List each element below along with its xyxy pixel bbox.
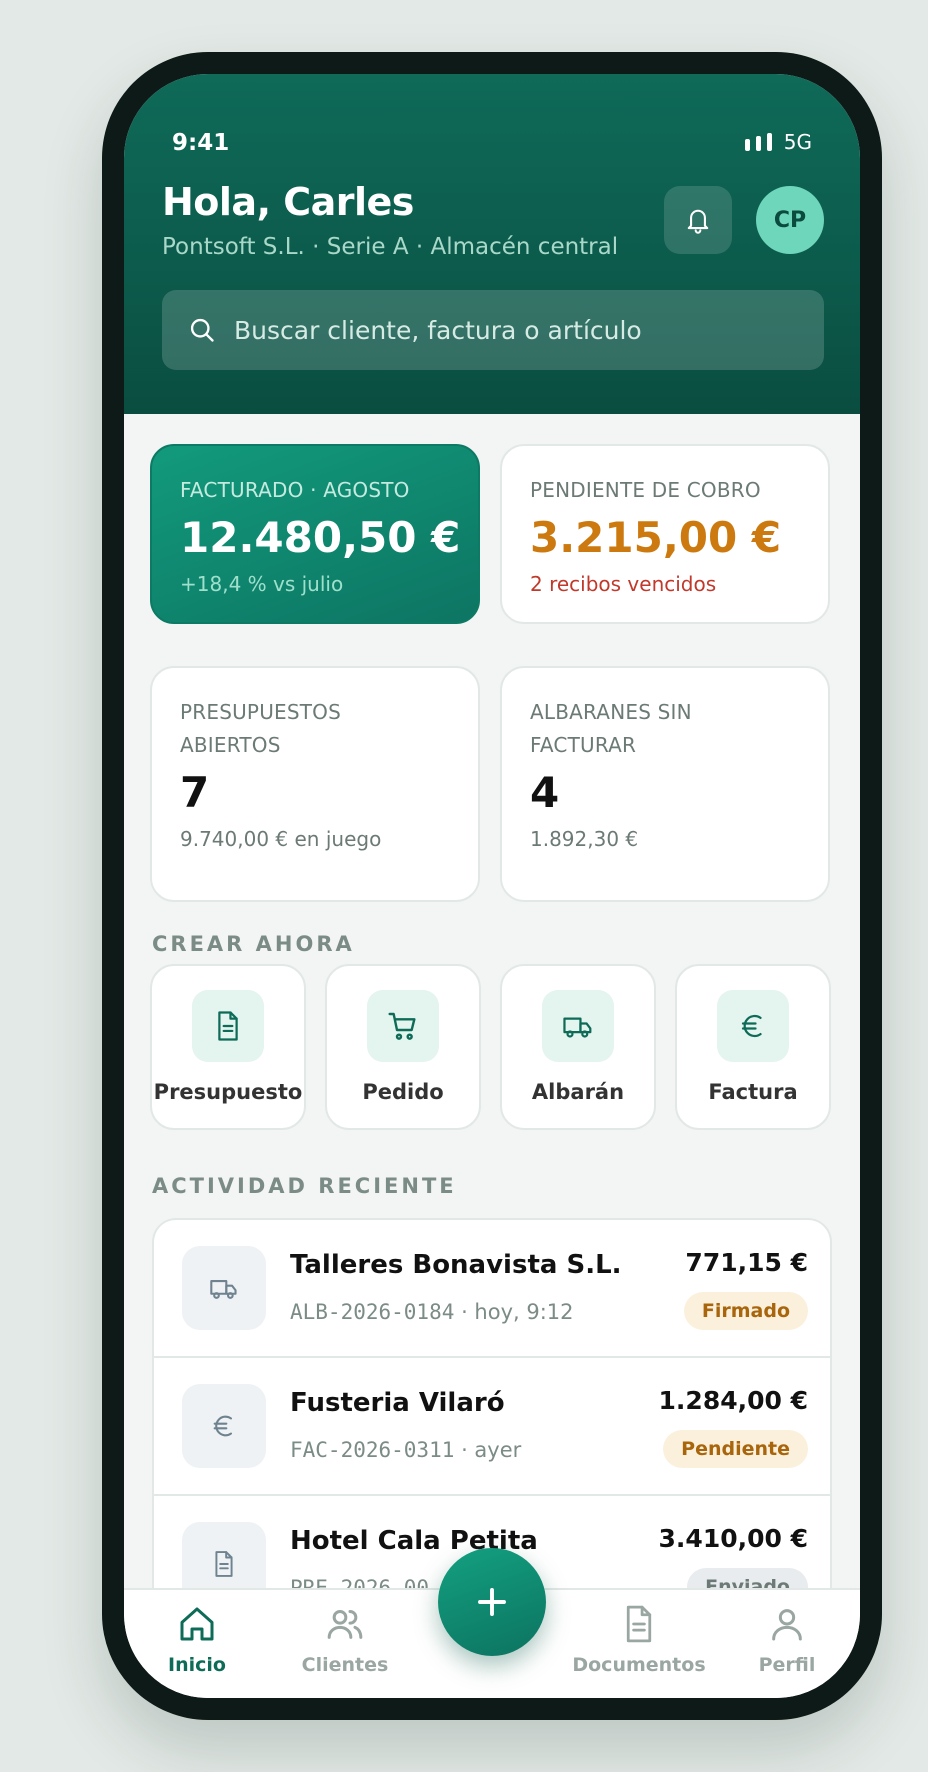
- truck-icon: [182, 1246, 266, 1330]
- search-icon: [190, 318, 214, 342]
- kpi-value: 12.480,50 €: [180, 513, 461, 562]
- notifications-button[interactable]: [664, 186, 732, 254]
- app-screen: 9:41 5G Hola, Carles Pontsoft S.L. · Ser…: [124, 74, 860, 1698]
- activity-client-name: Talleres Bonavista S.L.: [290, 1250, 622, 1280]
- signal-icon: [744, 133, 772, 151]
- quick-actions-title: CREAR AHORA: [152, 932, 355, 956]
- activity-meta: FAC-2026-0311 · ayer: [290, 1438, 521, 1462]
- kpi-note: 1.892,30 €: [530, 827, 639, 851]
- greeting-title: Hola, Carles: [162, 180, 414, 224]
- nav-item-inicio[interactable]: Inicio: [132, 1604, 262, 1676]
- home-icon: [180, 1607, 214, 1641]
- activity-amount: 1.284,00 €: [658, 1386, 808, 1415]
- activity-row[interactable]: Fusteria Vilaró FAC-2026-0311 · ayer 1.2…: [154, 1358, 830, 1496]
- quick-action-label: Presupuesto: [153, 1080, 303, 1104]
- create-quote-button[interactable]: Presupuesto: [150, 964, 306, 1130]
- kpi-note: 2 recibos vencidos: [530, 572, 717, 596]
- nav-label: Inicio: [168, 1654, 226, 1676]
- document-code: FAC-2026-0311: [290, 1438, 455, 1462]
- plus-icon: [478, 1588, 506, 1616]
- quick-action-label: Albarán: [531, 1080, 625, 1104]
- users-icon: [327, 1610, 363, 1639]
- kpi-card-quotes[interactable]: PRESUPUESTOS ABIERTOS 7 9.740,00 € en ju…: [150, 666, 480, 902]
- search-bar[interactable]: [162, 290, 824, 370]
- nav-label: Perfil: [758, 1654, 816, 1676]
- app-header: 9:41 5G Hola, Carles Pontsoft S.L. · Ser…: [124, 74, 860, 414]
- kpi-value: 3.215,00 €: [530, 513, 782, 562]
- status-badge: Pendiente: [663, 1430, 808, 1468]
- recent-activity-title: ACTIVIDAD RECIENTE: [152, 1174, 457, 1198]
- activity-row[interactable]: Talleres Bonavista S.L. ALB-2026-0184 · …: [154, 1220, 830, 1358]
- kpi-note: +18,4 % vs julio: [180, 572, 344, 596]
- status-badge: Firmado: [683, 1292, 808, 1330]
- create-delivery-note-button[interactable]: Albarán: [500, 964, 656, 1130]
- add-document-button[interactable]: [438, 1548, 546, 1656]
- euro-icon: [182, 1384, 266, 1468]
- kpi-card-invoiced[interactable]: FACTURADO · AGOSTO 12.480,50 € +18,4 % v…: [150, 444, 480, 624]
- kpi-value: 4: [530, 768, 560, 817]
- kpi-card-delivery-notes[interactable]: ALBARANES SIN FACTURAR 4 1.892,30 €: [500, 666, 830, 902]
- phone-frame: 9:41 5G Hola, Carles Pontsoft S.L. · Ser…: [102, 52, 882, 1720]
- activity-amount: 3.410,00 €: [658, 1524, 808, 1553]
- bell-icon: [687, 209, 709, 234]
- status-indicators: 5G: [744, 130, 812, 154]
- quick-action-label: Factura: [708, 1080, 798, 1104]
- document-icon: [626, 1605, 652, 1643]
- kpi-note: 9.740,00 € en juego: [180, 827, 382, 851]
- quick-action-label: Pedido: [362, 1080, 444, 1104]
- network-label: 5G: [783, 130, 812, 154]
- document-code: ALB-2026-0184: [290, 1300, 455, 1324]
- kpi-label: FACTURADO · AGOSTO: [180, 478, 410, 502]
- create-order-button[interactable]: Pedido: [325, 964, 481, 1130]
- status-time: 9:41: [172, 130, 230, 156]
- euro-icon: [717, 990, 789, 1062]
- kpi-label: PENDIENTE DE COBRO: [530, 478, 761, 502]
- kpi-label: PRESUPUESTOS ABIERTOS: [180, 700, 342, 757]
- document-icon: [192, 990, 264, 1062]
- kpi-label: ALBARANES SIN FACTURAR: [530, 700, 692, 757]
- activity-time: · hoy, 9:12: [461, 1300, 574, 1324]
- activity-meta: ALB-2026-0184 · hoy, 9:12: [290, 1300, 574, 1324]
- activity-amount: 771,15 €: [685, 1248, 808, 1277]
- nav-item-clientes[interactable]: Clientes: [280, 1604, 410, 1676]
- company-subtitle: Pontsoft S.L. · Serie A · Almacén centra…: [162, 234, 619, 260]
- search-input[interactable]: [234, 315, 794, 345]
- kpi-card-pending[interactable]: PENDIENTE DE COBRO 3.215,00 € 2 recibos …: [500, 444, 830, 624]
- nav-label: Documentos: [572, 1654, 706, 1676]
- cart-icon: [367, 990, 439, 1062]
- nav-item-documentos[interactable]: Documentos: [572, 1604, 706, 1676]
- truck-icon: [542, 990, 614, 1062]
- user-icon: [772, 1609, 802, 1641]
- create-invoice-button[interactable]: Factura: [675, 964, 831, 1130]
- avatar[interactable]: CP: [756, 186, 824, 254]
- activity-time: · ayer: [461, 1438, 522, 1462]
- activity-client-name: Fusteria Vilaró: [290, 1388, 505, 1418]
- nav-label: Clientes: [301, 1654, 389, 1676]
- kpi-value: 7: [180, 768, 210, 817]
- nav-item-perfil[interactable]: Perfil: [722, 1604, 852, 1676]
